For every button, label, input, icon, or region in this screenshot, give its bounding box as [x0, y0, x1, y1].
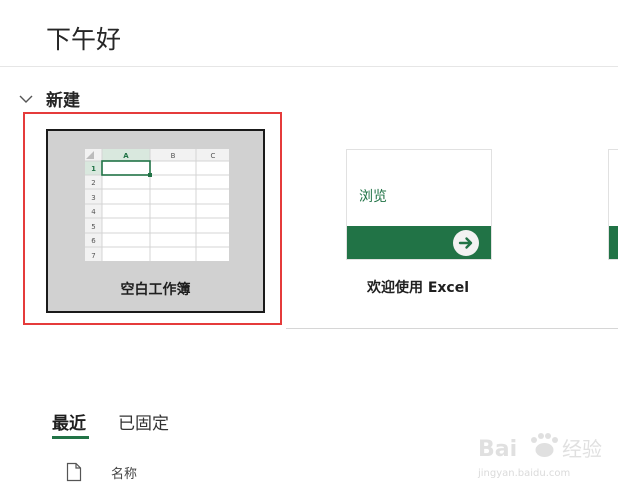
blank-workbook-label: 空白工作簿	[120, 282, 191, 298]
preview-row-2: 2	[91, 179, 95, 187]
active-tab-indicator	[52, 436, 89, 439]
blank-workbook-template[interactable]: A B C 1 2 3 4 5 6 7 空白工作簿	[46, 129, 265, 313]
new-section-label: 新建	[46, 91, 80, 111]
preview-row-3: 3	[91, 194, 95, 202]
section-divider	[286, 328, 618, 329]
document-icon	[66, 462, 82, 482]
preview-row-6: 6	[91, 237, 96, 245]
welcome-excel-label: 欢迎使用 Excel	[366, 280, 470, 296]
preview-col-c: C	[211, 152, 216, 160]
welcome-excel-template[interactable]: 浏览	[346, 149, 492, 260]
tour-card-text: 浏览	[359, 189, 387, 205]
next-template-partial[interactable]	[608, 149, 618, 260]
preview-row-1: 1	[91, 165, 96, 173]
tab-pinned[interactable]: 已固定	[118, 409, 169, 434]
svg-text:Bai: Bai	[478, 437, 517, 462]
preview-col-a: A	[123, 152, 129, 160]
tab-recent[interactable]: 最近	[52, 409, 86, 434]
column-header-name[interactable]: 名称	[111, 463, 137, 482]
watermark-url: jingyan.baidu.com	[477, 468, 570, 479]
greeting-title: 下午好	[46, 25, 122, 54]
preview-row-7: 7	[91, 252, 95, 260]
chevron-down-icon	[19, 95, 33, 103]
new-section-toggle[interactable]: 新建	[18, 86, 80, 111]
baidu-watermark-logo: Bai 经验 jingyan.baidu.com	[477, 433, 602, 479]
blank-workbook-preview: A B C 1 2 3 4 5 6 7	[85, 149, 229, 261]
preview-row-5: 5	[91, 223, 95, 231]
preview-col-b: B	[171, 152, 176, 160]
header-divider	[0, 66, 618, 67]
next-template-banner	[609, 226, 618, 259]
arrow-right-icon	[453, 230, 479, 256]
svg-text:经验: 经验	[562, 437, 602, 461]
preview-row-4: 4	[91, 208, 96, 216]
